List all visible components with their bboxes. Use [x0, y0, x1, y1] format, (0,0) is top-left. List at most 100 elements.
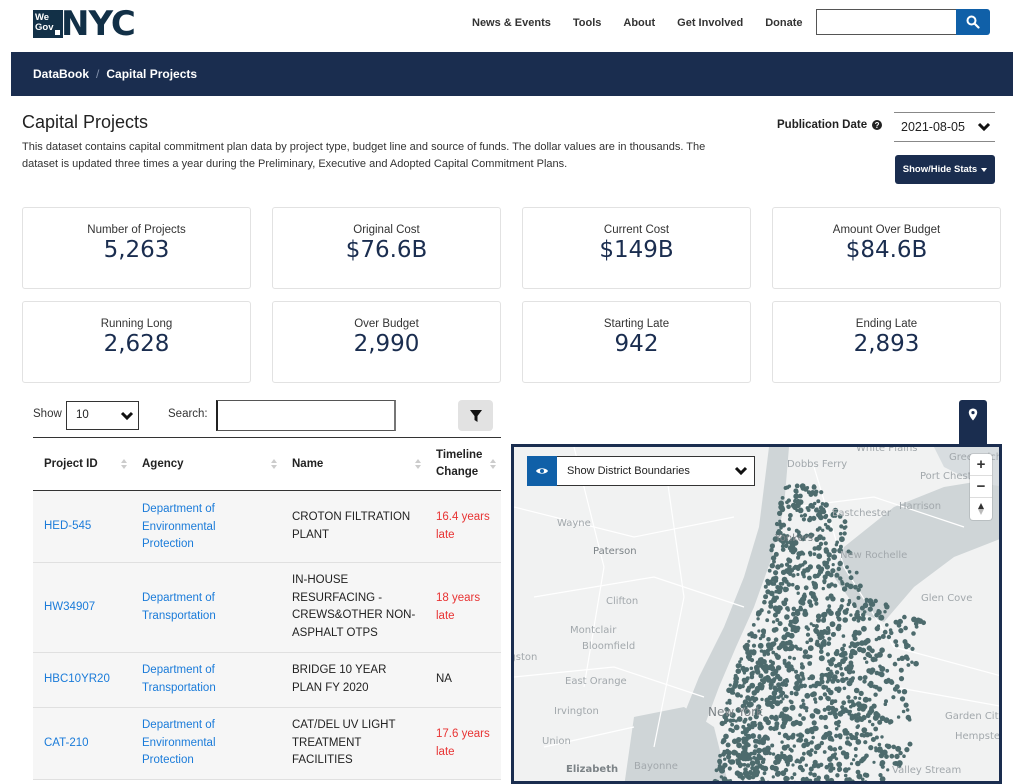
project-point[interactable]: [826, 778, 831, 783]
project-point[interactable]: [752, 634, 757, 639]
publication-date-select[interactable]: 2021-08-05: [894, 112, 995, 142]
project-point[interactable]: [904, 654, 909, 659]
project-point[interactable]: [774, 637, 779, 642]
project-point[interactable]: [738, 772, 743, 777]
project-point[interactable]: [778, 621, 783, 626]
project-point[interactable]: [765, 736, 770, 741]
project-point[interactable]: [793, 744, 796, 747]
project-point[interactable]: [743, 727, 749, 733]
project-point[interactable]: [781, 697, 784, 700]
project-point[interactable]: [778, 732, 781, 735]
project-point[interactable]: [752, 644, 756, 648]
project-point[interactable]: [790, 692, 794, 696]
project-point[interactable]: [779, 582, 783, 586]
project-point[interactable]: [911, 631, 916, 636]
project-point[interactable]: [718, 760, 722, 764]
project-point[interactable]: [741, 684, 745, 688]
project-point[interactable]: [911, 617, 917, 623]
project-point[interactable]: [736, 663, 741, 668]
project-point[interactable]: [824, 541, 828, 545]
project-point[interactable]: [812, 763, 817, 768]
project-point[interactable]: [867, 645, 872, 650]
project-point[interactable]: [741, 755, 747, 761]
project-point[interactable]: [758, 781, 762, 784]
project-point[interactable]: [726, 754, 731, 759]
project-point[interactable]: [837, 617, 842, 622]
project-point[interactable]: [804, 585, 809, 590]
project-point[interactable]: [837, 567, 841, 571]
project-point[interactable]: [715, 768, 719, 772]
project-point[interactable]: [822, 587, 825, 590]
project-point[interactable]: [845, 565, 849, 569]
help-icon[interactable]: ?: [872, 120, 882, 130]
project-point[interactable]: [829, 672, 833, 676]
project-point[interactable]: [788, 517, 792, 521]
project-point[interactable]: [816, 528, 820, 532]
project-point[interactable]: [807, 576, 812, 581]
nav-donate[interactable]: Donate: [765, 17, 802, 29]
project-point[interactable]: [754, 744, 758, 748]
project-point[interactable]: [801, 572, 805, 576]
project-point[interactable]: [810, 713, 816, 719]
project-point[interactable]: [863, 773, 868, 778]
project-point[interactable]: [756, 617, 759, 620]
project-point[interactable]: [783, 588, 788, 593]
project-point[interactable]: [855, 610, 859, 614]
project-point[interactable]: [895, 684, 900, 689]
project-point[interactable]: [775, 654, 781, 660]
project-point[interactable]: [802, 552, 805, 555]
project-point[interactable]: [780, 724, 786, 730]
project-point[interactable]: [800, 514, 803, 517]
project-point[interactable]: [879, 672, 885, 678]
project-point[interactable]: [814, 629, 819, 634]
project-point[interactable]: [752, 623, 756, 627]
project-point[interactable]: [804, 693, 810, 699]
project-point[interactable]: [857, 596, 861, 600]
project-id-link[interactable]: HBC10YR20: [44, 671, 110, 689]
project-point[interactable]: [860, 648, 866, 654]
project-point[interactable]: [787, 608, 790, 611]
project-point[interactable]: [852, 633, 857, 638]
project-point[interactable]: [728, 766, 732, 770]
project-point[interactable]: [762, 600, 767, 605]
project-point[interactable]: [788, 513, 793, 518]
project-point[interactable]: [736, 668, 742, 674]
project-point[interactable]: [723, 734, 729, 740]
project-point[interactable]: [827, 519, 832, 524]
project-point[interactable]: [868, 745, 873, 750]
project-point[interactable]: [742, 748, 747, 753]
project-point[interactable]: [785, 563, 789, 567]
project-point[interactable]: [830, 568, 835, 573]
project-point[interactable]: [853, 696, 857, 700]
project-point[interactable]: [766, 677, 772, 683]
project-point[interactable]: [812, 773, 817, 778]
project-point[interactable]: [813, 552, 817, 556]
project-point[interactable]: [806, 633, 810, 637]
project-point[interactable]: [825, 765, 830, 770]
project-point[interactable]: [856, 630, 861, 635]
project-point[interactable]: [811, 581, 814, 584]
project-point[interactable]: [796, 556, 800, 560]
project-point[interactable]: [821, 529, 824, 532]
project-point[interactable]: [811, 736, 815, 740]
project-point[interactable]: [721, 752, 726, 757]
project-point[interactable]: [755, 760, 760, 765]
project-point[interactable]: [757, 739, 763, 745]
project-point[interactable]: [831, 554, 837, 560]
project-point[interactable]: [800, 662, 804, 666]
project-point[interactable]: [807, 677, 810, 680]
project-point[interactable]: [809, 727, 813, 731]
project-point[interactable]: [773, 606, 779, 612]
project-point[interactable]: [768, 604, 773, 609]
project-point[interactable]: [825, 673, 829, 677]
project-point[interactable]: [861, 757, 866, 762]
project-point[interactable]: [783, 679, 787, 683]
project-point[interactable]: [837, 662, 842, 667]
project-point[interactable]: [843, 519, 848, 524]
filter-button[interactable]: [458, 400, 493, 431]
project-point[interactable]: [763, 594, 768, 599]
project-point[interactable]: [821, 618, 826, 623]
project-point[interactable]: [819, 679, 824, 684]
project-point[interactable]: [783, 719, 788, 724]
project-point[interactable]: [865, 661, 868, 664]
